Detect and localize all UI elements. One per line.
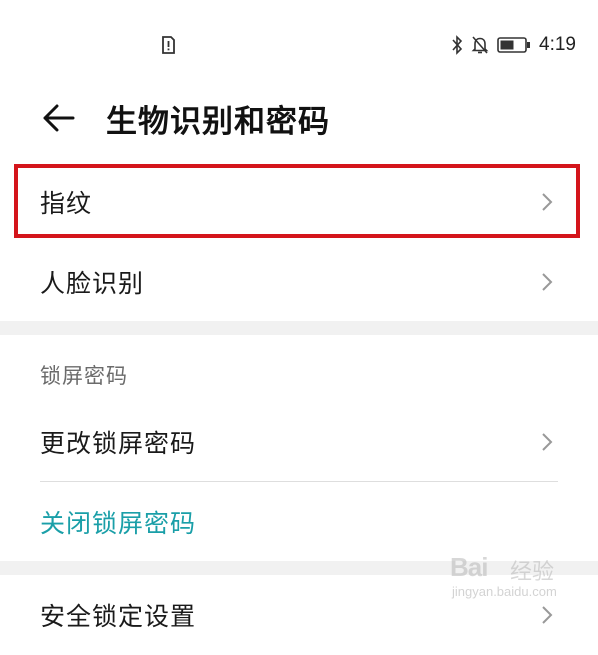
watermark-url: jingyan.baidu.com bbox=[452, 584, 557, 599]
list-item-label: 人脸识别 bbox=[40, 269, 145, 298]
baidu-watermark: Bai 经验 jingyan.baidu.com bbox=[450, 548, 580, 608]
watermark-logo: Bai bbox=[450, 552, 488, 582]
list-item-face-recognition[interactable]: 人脸识别 bbox=[0, 242, 598, 322]
watermark-text: 经验 bbox=[510, 560, 555, 585]
section-header-lock-screen: 锁屏密码 bbox=[40, 364, 128, 388]
list-item-fingerprint[interactable]: 指纹 bbox=[0, 162, 598, 242]
list-item-change-lock-password[interactable]: 更改锁屏密码 bbox=[0, 402, 598, 482]
battery-icon bbox=[497, 37, 531, 53]
sim-alert-icon bbox=[162, 36, 175, 54]
bluetooth-icon bbox=[452, 35, 463, 55]
back-button[interactable] bbox=[38, 100, 78, 136]
page-title: 生物识别和密码 bbox=[106, 104, 330, 140]
app-header: 生物识别和密码 bbox=[0, 90, 598, 146]
section-divider bbox=[0, 321, 598, 335]
status-bar: 4:19 bbox=[0, 0, 598, 90]
bell-off-icon bbox=[471, 36, 489, 54]
status-icons: 4:19 bbox=[451, 34, 576, 56]
list-item-label: 指纹 bbox=[40, 189, 93, 218]
list-item-label: 安全锁定设置 bbox=[40, 602, 197, 631]
chevron-right-icon bbox=[542, 273, 553, 291]
chevron-right-icon bbox=[542, 193, 553, 211]
status-time: 4:19 bbox=[539, 34, 576, 55]
arrow-left-icon bbox=[43, 104, 75, 132]
list-item-label: 更改锁屏密码 bbox=[40, 429, 197, 458]
list-item-label: 关闭锁屏密码 bbox=[40, 509, 197, 538]
chevron-right-icon bbox=[542, 433, 553, 451]
